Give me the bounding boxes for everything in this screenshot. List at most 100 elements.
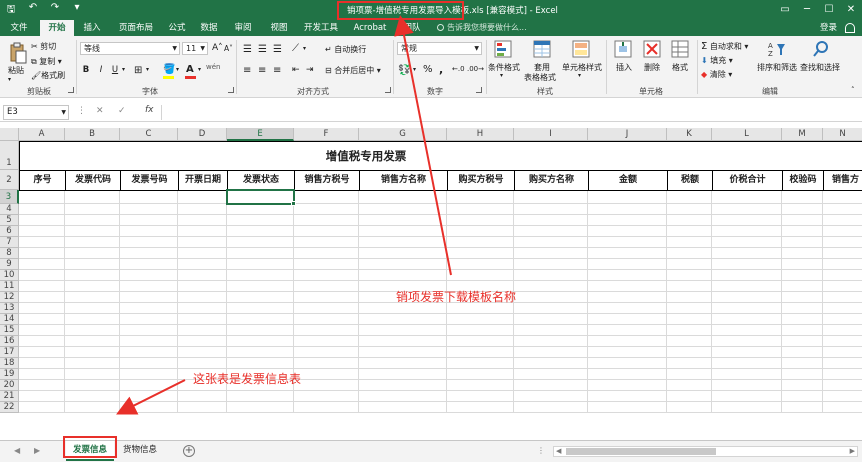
worksheet-grid[interactable]: A B C D E F G H I J K L M N 1 2 3 4 5 6 7 8 9 10 11 12 13 14 15 16 17 1… — [0, 128, 862, 440]
currency-icon[interactable]: 💱 — [398, 65, 410, 76]
header-cell[interactable]: 销售方名称 — [359, 170, 448, 191]
font-launcher-icon[interactable] — [228, 87, 234, 93]
percent-button[interactable]: % — [423, 64, 433, 75]
bold-button[interactable]: B — [80, 64, 92, 76]
column-header[interactable]: F — [294, 128, 359, 141]
clear-button[interactable]: ◆ 清除 ▾ — [701, 69, 732, 80]
header-cell[interactable]: 购买方名称 — [514, 170, 589, 191]
align-bottom-icon[interactable]: ☰ — [273, 44, 282, 55]
format-painter-button[interactable]: 🖌格式刷 — [31, 70, 65, 81]
format-cells-icon[interactable] — [671, 40, 689, 58]
header-cell[interactable]: 校验码 — [782, 170, 824, 191]
italic-button[interactable]: I — [95, 64, 107, 76]
column-header[interactable]: J — [588, 128, 667, 141]
save-icon[interactable]: 🖫 — [4, 2, 18, 19]
borders-dropdown-icon[interactable]: ▾ — [146, 66, 149, 73]
sort-filter-label[interactable]: 排序和筛选 — [757, 62, 797, 73]
active-cell[interactable] — [226, 189, 296, 206]
column-header[interactable]: K — [667, 128, 712, 141]
close-icon[interactable]: ✕ — [840, 0, 862, 20]
column-header[interactable]: E — [227, 128, 294, 141]
phonetic-button[interactable]: wén — [206, 63, 220, 71]
comma-button[interactable]: , — [439, 63, 443, 76]
shrink-font-button[interactable]: A˅ — [224, 44, 233, 53]
name-box[interactable]: E3 ▼ — [3, 105, 69, 120]
find-select-label[interactable]: 查找和选择 — [800, 62, 840, 73]
number-format-dropdown[interactable]: 常规 ▼ — [397, 42, 482, 55]
tab-home[interactable]: 开始 — [40, 20, 74, 36]
align-left-icon[interactable]: ≡ — [243, 65, 251, 76]
autosum-button[interactable]: Σ 自动求和 ▾ — [701, 41, 748, 52]
scrollbar-thumb[interactable] — [566, 448, 716, 455]
tab-developer[interactable]: 开发工具 — [300, 20, 342, 36]
underline-dropdown-icon[interactable]: ▾ — [122, 66, 125, 73]
conditional-dropdown-icon[interactable]: ▾ — [500, 72, 503, 79]
font-size-dropdown[interactable]: 11 ▼ — [182, 42, 208, 55]
row-header[interactable]: 12 — [0, 292, 19, 303]
row-header[interactable]: 20 — [0, 380, 19, 391]
tab-view[interactable]: 视图 — [266, 20, 292, 36]
title-row-cell[interactable] — [782, 141, 824, 170]
column-header[interactable]: D — [178, 128, 227, 141]
cut-button[interactable]: ✂ 剪切 — [31, 41, 56, 52]
row-header[interactable]: 9 — [0, 259, 19, 270]
currency-dropdown-icon[interactable]: ▾ — [413, 66, 416, 73]
customize-qat-icon[interactable]: ▾ — [70, 2, 84, 19]
tab-formulas[interactable]: 公式 — [164, 20, 190, 36]
orientation-dropdown-icon[interactable]: ▾ — [303, 45, 306, 52]
cell-styles-label[interactable]: 单元格样式 — [562, 62, 602, 73]
next-sheet-icon[interactable]: ▶ — [34, 446, 40, 455]
merge-center-button[interactable]: ⊟ 合并后居中 ▾ — [325, 65, 381, 76]
tab-data[interactable]: 数据 — [196, 20, 222, 36]
column-header[interactable]: B — [65, 128, 120, 141]
increase-indent-icon[interactable]: ⇥ — [306, 65, 314, 75]
row-header[interactable]: 11 — [0, 281, 19, 292]
cancel-icon[interactable]: ✕ — [96, 106, 104, 116]
row-header[interactable]: 17 — [0, 347, 19, 358]
enter-icon[interactable]: ✓ — [118, 106, 126, 116]
insert-label[interactable]: 插入 — [616, 62, 632, 73]
redo-icon[interactable]: ↷ — [48, 2, 62, 19]
align-top-icon[interactable]: ☰ — [243, 44, 252, 55]
title-row-cell[interactable] — [712, 141, 783, 170]
ribbon-display-options-icon[interactable]: ▭ — [774, 0, 796, 20]
fill-color-icon[interactable]: 🪣 — [163, 64, 175, 75]
header-cell[interactable]: 序号 — [19, 170, 66, 191]
decrease-decimal-icon[interactable]: .00→ — [467, 65, 484, 73]
column-header[interactable]: M — [782, 128, 823, 141]
decrease-indent-icon[interactable]: ⇤ — [292, 65, 300, 75]
row-header[interactable]: 21 — [0, 391, 19, 402]
column-header[interactable]: C — [120, 128, 178, 141]
title-row-cell[interactable] — [823, 141, 862, 170]
header-cell[interactable]: 发票代码 — [65, 170, 121, 191]
insert-function-button[interactable]: fx — [145, 105, 154, 115]
select-all-corner[interactable] — [0, 128, 19, 141]
align-right-icon[interactable]: ≡ — [273, 65, 281, 76]
minimize-icon[interactable]: ─ — [796, 0, 818, 20]
tab-insert[interactable]: 插入 — [78, 20, 106, 36]
wrap-text-button[interactable]: ↵ 自动换行 — [325, 44, 366, 55]
alignment-launcher-icon[interactable] — [385, 87, 391, 93]
row-header[interactable]: 16 — [0, 336, 19, 347]
font-color-dropdown-icon[interactable]: ▾ — [198, 66, 201, 73]
row-header[interactable]: 10 — [0, 270, 19, 281]
format-as-table-icon[interactable] — [533, 40, 551, 58]
header-cell[interactable]: 价税合计 — [712, 170, 783, 191]
header-cell[interactable]: 销售方 — [823, 170, 862, 191]
delete-label[interactable]: 删除 — [644, 62, 660, 73]
paste-dropdown-icon[interactable]: ▾ — [8, 76, 11, 83]
row-header[interactable]: 2 — [0, 170, 19, 190]
scroll-right-icon[interactable]: ▶ — [850, 447, 855, 455]
maximize-icon[interactable]: ☐ — [818, 0, 840, 20]
column-header[interactable]: A — [19, 128, 65, 141]
fill-handle[interactable] — [291, 201, 296, 206]
header-cell[interactable]: 购买方税号 — [447, 170, 515, 191]
paste-icon[interactable] — [9, 42, 27, 64]
sort-filter-icon[interactable]: AZ — [768, 40, 786, 58]
delete-cells-icon[interactable] — [643, 40, 661, 58]
column-header[interactable]: L — [712, 128, 782, 141]
conditional-formatting-icon[interactable] — [494, 40, 512, 58]
format-label[interactable]: 格式 — [672, 62, 688, 73]
cell-styles-dropdown-icon[interactable]: ▾ — [578, 72, 581, 79]
tab-team[interactable]: 团队 — [400, 20, 424, 36]
